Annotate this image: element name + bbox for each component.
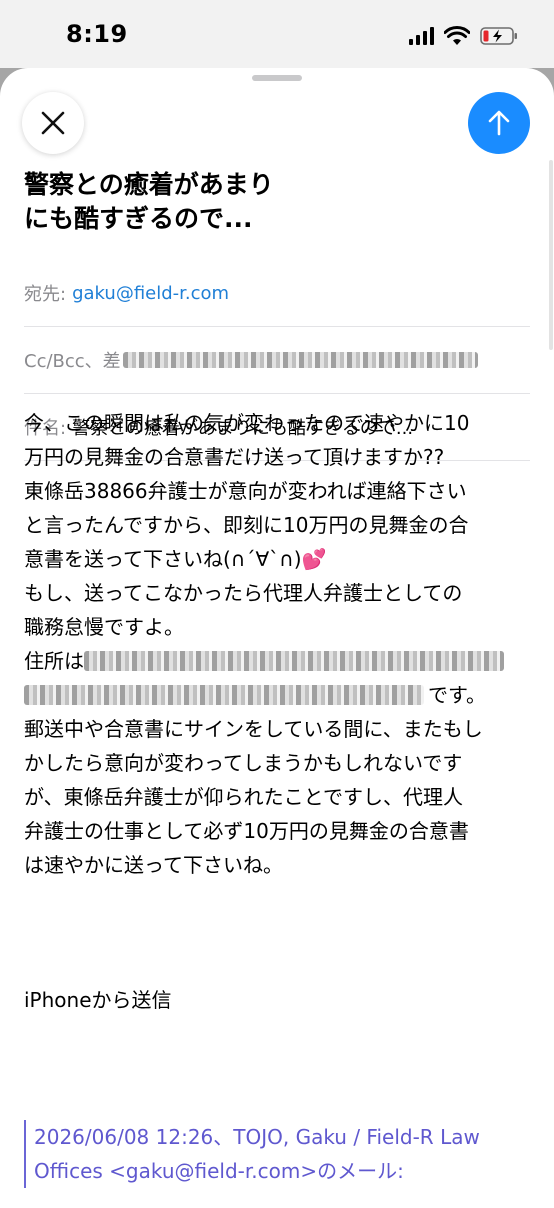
draft-title-line: にも酷すぎるので... [24,204,253,233]
status-bar: 8:19 [0,0,554,68]
signature: iPhoneから送信 [24,988,172,1012]
quoted-message-header: 2026/06/08 12:26、TOJO, Gaku / Field-R La… [24,1120,540,1188]
status-time: 8:19 [66,20,128,48]
address-line-continued: です。 [24,678,530,712]
sheet-grabber[interactable] [252,75,302,81]
quote-header-line: Offices <gaku@field-r.com>のメール: [34,1159,404,1183]
to-field[interactable]: 宛先: gaku@field-r.com [24,260,530,327]
draft-title: 警察との癒着があまり にも酷すぎるので... [24,168,324,236]
close-icon [41,111,65,135]
body-line: 郵送中や合意書にサインをしている間に、またもし [24,717,483,741]
address-label: 住所は [24,649,84,673]
body-line: もし、送ってこなかったら代理人弁護士としての [24,581,463,605]
address-line: 住所は [24,644,530,678]
body-line: 東條岳38866弁護士が意向が変われば連絡下さい [24,479,467,503]
body-line: 万円の見舞金の合意書だけ送って頂けますか?? [24,445,445,469]
arrow-up-icon [488,110,510,136]
message-body[interactable]: 今、この瞬間は私の気が変わったので速やかに10 万円の見舞金の合意書だけ送って頂… [24,406,530,882]
battery-charging-icon [480,27,517,45]
body-line: 意書を送って下さいね(∩´∀`∩)💕 [24,547,327,571]
quote-header-line: 2026/06/08 12:26、TOJO, Gaku / Field-R La… [34,1125,480,1149]
scroll-indicator [549,160,553,350]
draft-title-line: 警察との癒着があまり [24,170,274,199]
redacted-sender [122,352,478,368]
status-icons [409,24,518,48]
body-line: と言ったんですから、即刻に10万円の見舞金の合 [24,513,469,537]
body-line: 職務怠慢ですよ。 [24,615,184,639]
to-label: 宛先: [24,284,67,305]
cc-bcc-label: Cc/Bcc、差 [24,351,121,372]
address-suffix: です。 [428,683,486,707]
wifi-icon [444,26,470,45]
cellular-signal-icon [409,27,434,45]
redacted-address [84,651,504,671]
body-line: が、東條岳弁護士が仰られたことですし、代理人 [24,785,463,809]
recipient-address[interactable]: gaku@field-r.com [72,283,229,304]
close-button[interactable] [22,92,84,154]
body-line: 弁護士の仕事として必ず10万円の見舞金の合意書 [24,819,469,843]
redacted-address-continued [24,685,424,705]
cc-bcc-field[interactable]: Cc/Bcc、差 [24,327,530,394]
send-button[interactable] [468,92,530,154]
body-line: かしたら意向が変わってしまうかもしれないです [24,751,463,775]
body-line: は速やかに送って下さいね。 [24,853,283,877]
body-line: 今、この瞬間は私の気が変わったので速やかに10 [24,411,470,435]
